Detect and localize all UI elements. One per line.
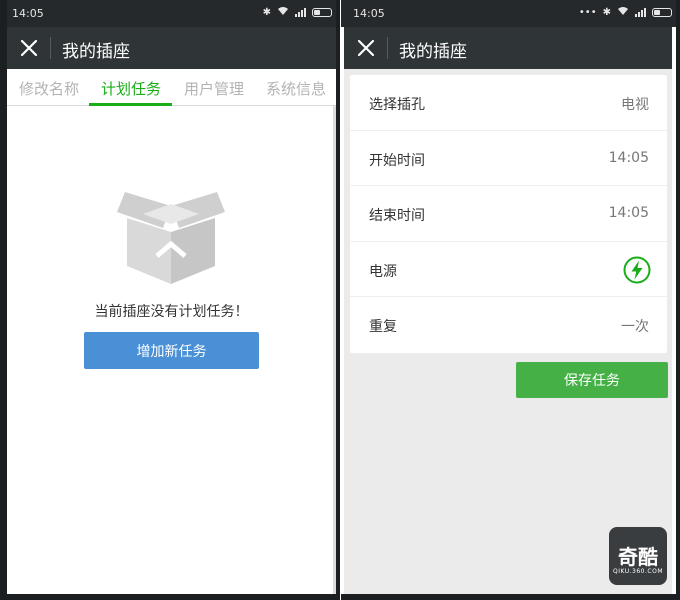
- page-title: 我的插座: [62, 42, 130, 62]
- header-divider: [50, 37, 51, 59]
- page-title: 我的插座: [399, 42, 467, 62]
- header-divider: [387, 37, 388, 59]
- task-list-panel: 修改名称 计划任务 用户管理 系统信息 当前插座没有计划任务！ 增加新任务: [7, 69, 336, 594]
- more-icon: •••: [578, 7, 597, 18]
- status-bar: 14:05 ✱: [0, 0, 340, 27]
- task-form-panel: 选择插孔 电视 开始时间 14:05 结束时间 14:05 电源 重复 一次 保…: [344, 69, 672, 594]
- task-form: 选择插孔 电视 开始时间 14:05 结束时间 14:05 电源 重复 一次: [350, 75, 667, 353]
- bluetooth-icon: ✱: [602, 7, 611, 18]
- bezel-bottom: [341, 594, 680, 600]
- bluetooth-icon: ✱: [262, 7, 271, 18]
- row-value: 14:05: [608, 205, 649, 222]
- active-tab-indicator: [89, 103, 172, 106]
- row-value: 电视: [621, 97, 649, 113]
- status-time: 14:05: [12, 7, 44, 20]
- status-icons: ✱: [263, 6, 332, 19]
- app-header: 我的插座: [344, 27, 672, 69]
- signal-icon: [635, 8, 646, 17]
- row-value: 14:05: [608, 149, 649, 166]
- bezel-right: [676, 0, 680, 600]
- app-header: 我的插座: [7, 27, 336, 69]
- row-label: 开始时间: [369, 152, 425, 169]
- battery-icon: [652, 8, 672, 17]
- tab-bar: 修改名称 计划任务 用户管理 系统信息: [7, 69, 336, 106]
- signal-icon: [295, 8, 306, 17]
- row-label: 选择插孔: [369, 97, 425, 113]
- add-task-button[interactable]: 增加新任务: [84, 332, 259, 369]
- bezel-right: [336, 0, 340, 600]
- battery-icon: [312, 8, 332, 17]
- status-time: 14:05: [353, 7, 385, 20]
- tab-rename[interactable]: 修改名称: [19, 78, 79, 99]
- bezel-left: [0, 0, 7, 600]
- row-select-socket[interactable]: 选择插孔 电视: [350, 75, 667, 131]
- row-power[interactable]: 电源: [350, 242, 667, 298]
- wifi-icon: [277, 6, 289, 19]
- tab-scheduled-tasks[interactable]: 计划任务: [101, 78, 161, 99]
- wifi-icon: [617, 6, 629, 19]
- tab-system-info[interactable]: 系统信息: [266, 78, 326, 99]
- watermark-logo: 奇酷 QIKU.360.COM: [609, 527, 667, 585]
- close-icon[interactable]: [15, 34, 43, 62]
- empty-box-icon: [117, 192, 225, 284]
- power-on-icon[interactable]: [623, 256, 651, 284]
- tab-user-management[interactable]: 用户管理: [184, 78, 244, 99]
- close-icon[interactable]: [352, 34, 380, 62]
- row-end-time[interactable]: 结束时间 14:05: [350, 186, 667, 242]
- status-icons: ••• ✱: [579, 6, 672, 19]
- row-repeat[interactable]: 重复 一次: [350, 297, 667, 353]
- status-bar: 14:05 ••• ✱: [341, 0, 680, 27]
- row-value: 一次: [621, 319, 649, 336]
- row-label: 重复: [369, 319, 397, 336]
- save-task-button[interactable]: 保存任务: [516, 362, 668, 398]
- right-screen: 14:05 ••• ✱ 我的插座 选择插孔 电视 开始时间 14:05 结束时间…: [341, 0, 680, 600]
- row-start-time[interactable]: 开始时间 14:05: [350, 131, 667, 187]
- row-label: 结束时间: [369, 208, 425, 225]
- left-screen: 14:05 ✱ 我的插座 修改名称 计划任务 用户管理 系统信息 当前插座没有计…: [0, 0, 340, 600]
- empty-message: 当前插座没有计划任务！: [94, 304, 249, 320]
- row-label: 电源: [369, 263, 397, 280]
- bezel-bottom: [0, 594, 340, 600]
